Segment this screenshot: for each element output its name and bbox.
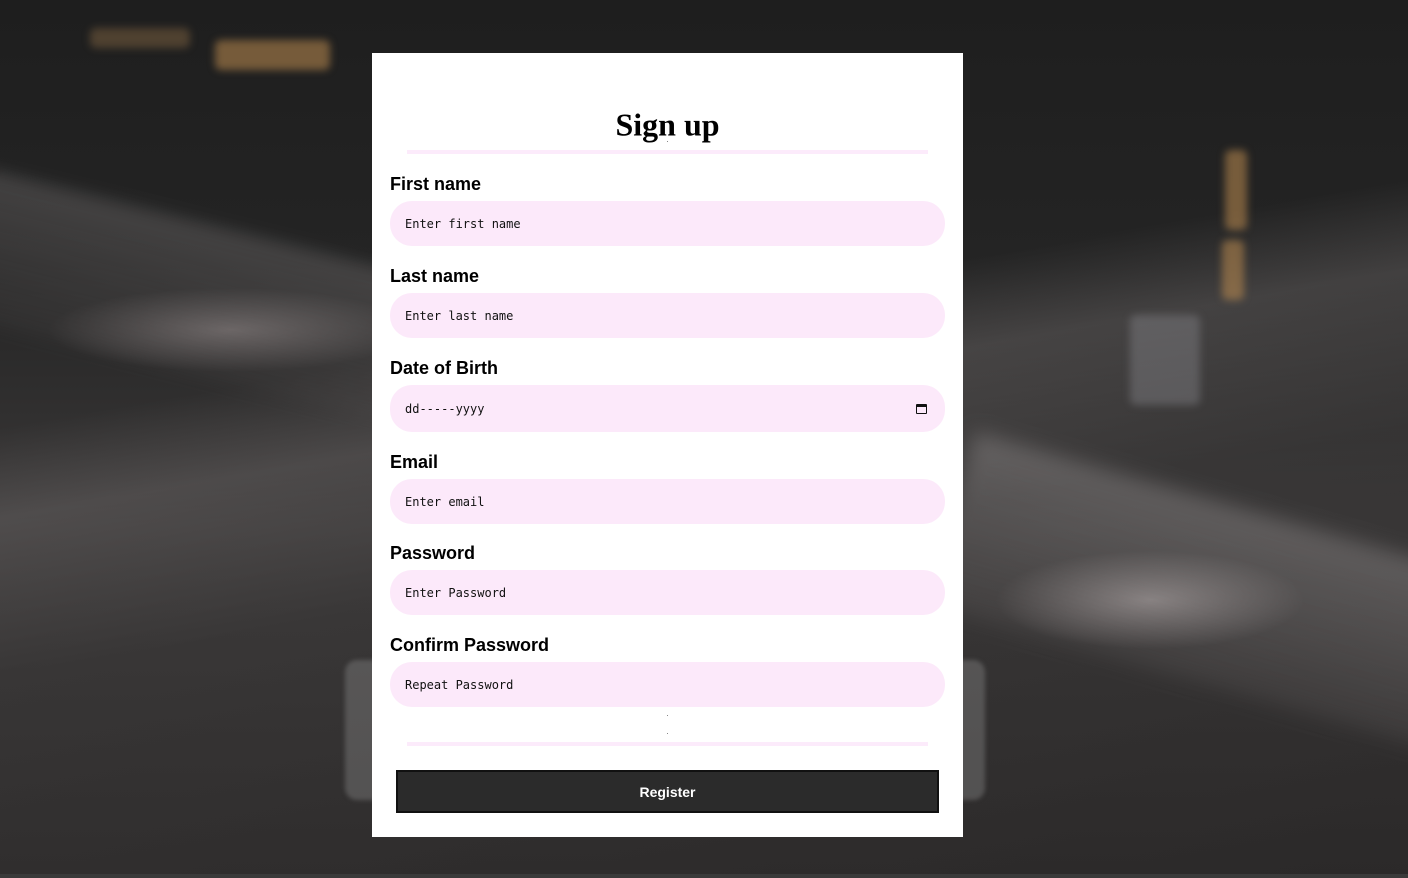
top-dot <box>667 141 668 142</box>
password-label: Password <box>390 543 476 563</box>
bottom-dot-2 <box>667 733 668 734</box>
confirm-password-label: Confirm Password <box>390 635 550 655</box>
date-of-birth-input[interactable]: dd-----yyyy <box>390 385 945 432</box>
signup-form: Sign up First name Enter first name Last… <box>372 53 963 837</box>
bottom-strip <box>0 874 1408 878</box>
first-name-label: First name <box>390 174 482 194</box>
email-label: Email <box>390 452 439 472</box>
confirm-password-input[interactable]: Repeat Password <box>390 662 945 707</box>
last-name-input[interactable]: Enter last name <box>390 293 945 338</box>
last-name-label: Last name <box>390 266 480 286</box>
register-button[interactable]: Register <box>396 770 939 813</box>
password-input[interactable]: Enter Password <box>390 570 945 615</box>
bottom-divider <box>407 742 928 746</box>
calendar-icon[interactable] <box>916 403 927 414</box>
bottom-dot-1 <box>667 715 668 716</box>
date-of-birth-placeholder: dd-----yyyy <box>405 401 485 416</box>
top-divider <box>407 150 928 154</box>
first-name-input[interactable]: Enter first name <box>390 201 945 246</box>
date-of-birth-label: Date of Birth <box>390 358 498 378</box>
email-input[interactable]: Enter email <box>390 479 945 524</box>
form-title: Sign up <box>615 106 720 143</box>
